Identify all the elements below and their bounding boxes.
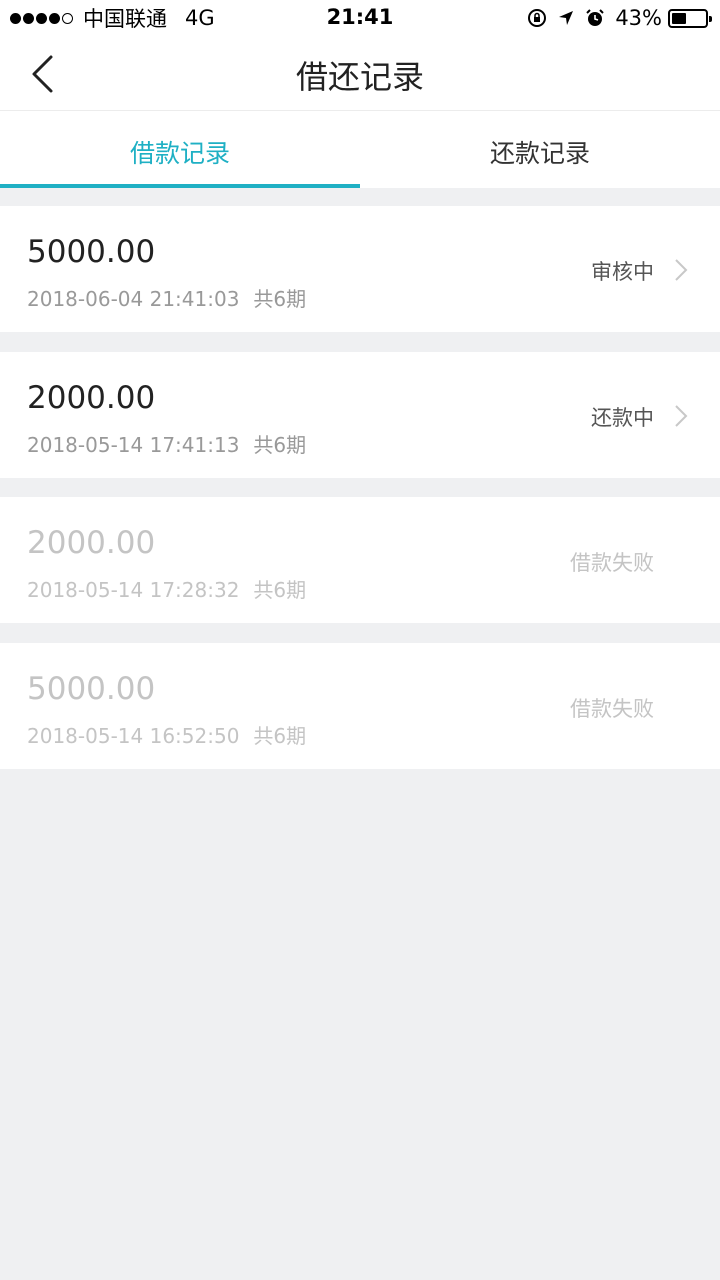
tab-active-indicator bbox=[0, 184, 360, 188]
tab-bar: 借款记录 还款记录 bbox=[0, 111, 720, 188]
record-periods: 共6期 bbox=[253, 724, 307, 748]
tab-label: 借款记录 bbox=[129, 139, 230, 168]
tab-label: 还款记录 bbox=[489, 139, 590, 168]
record-periods: 共6期 bbox=[253, 433, 307, 457]
chevron-right-icon bbox=[675, 405, 688, 427]
record-datetime: 2018-06-04 21:41:03 bbox=[27, 287, 240, 311]
record-amount: 5000.00 bbox=[27, 671, 156, 707]
record-status: 还款中 bbox=[591, 406, 654, 430]
record-datetime: 2018-05-14 16:52:50 bbox=[27, 724, 240, 748]
battery-percent: 43% bbox=[615, 6, 662, 30]
orientation-lock-icon bbox=[527, 8, 547, 28]
alarm-icon bbox=[585, 8, 605, 28]
record-datetime: 2018-05-14 17:28:32 bbox=[27, 578, 240, 602]
battery-level bbox=[672, 12, 686, 24]
record-amount: 2000.00 bbox=[27, 380, 156, 416]
tab-borrow-records[interactable]: 借款记录 bbox=[0, 111, 360, 188]
record-meta: 2018-05-14 16:52:50 共6期 bbox=[27, 720, 306, 749]
record-item[interactable]: 5000.00 2018-06-04 21:41:03 共6期 审核中 bbox=[0, 206, 720, 332]
record-meta: 2018-05-14 17:41:13 共6期 bbox=[27, 429, 306, 458]
nav-bar: 借还记录 bbox=[0, 36, 720, 111]
record-item[interactable]: 2000.00 2018-05-14 17:28:32 共6期 借款失败 bbox=[0, 497, 720, 623]
location-arrow-icon bbox=[557, 9, 575, 27]
record-item[interactable]: 5000.00 2018-05-14 16:52:50 共6期 借款失败 bbox=[0, 643, 720, 769]
record-item[interactable]: 2000.00 2018-05-14 17:41:13 共6期 还款中 bbox=[0, 352, 720, 478]
page-title: 借还记录 bbox=[295, 58, 424, 96]
record-datetime: 2018-05-14 17:41:13 bbox=[27, 433, 240, 457]
record-meta: 2018-05-14 17:28:32 共6期 bbox=[27, 574, 306, 603]
tab-repay-records[interactable]: 还款记录 bbox=[360, 111, 720, 188]
record-meta: 2018-06-04 21:41:03 共6期 bbox=[27, 283, 306, 312]
record-periods: 共6期 bbox=[253, 287, 307, 311]
record-amount: 2000.00 bbox=[27, 525, 156, 561]
battery-icon bbox=[668, 8, 712, 28]
chevron-right-icon bbox=[675, 259, 688, 281]
record-status: 借款失败 bbox=[570, 551, 654, 575]
record-status: 借款失败 bbox=[570, 697, 654, 721]
record-status: 审核中 bbox=[591, 260, 654, 284]
status-bar: 中国联通 4G 21:41 43% bbox=[0, 0, 720, 36]
record-periods: 共6期 bbox=[253, 578, 307, 602]
record-amount: 5000.00 bbox=[27, 234, 156, 270]
status-right: 43% bbox=[527, 5, 712, 31]
